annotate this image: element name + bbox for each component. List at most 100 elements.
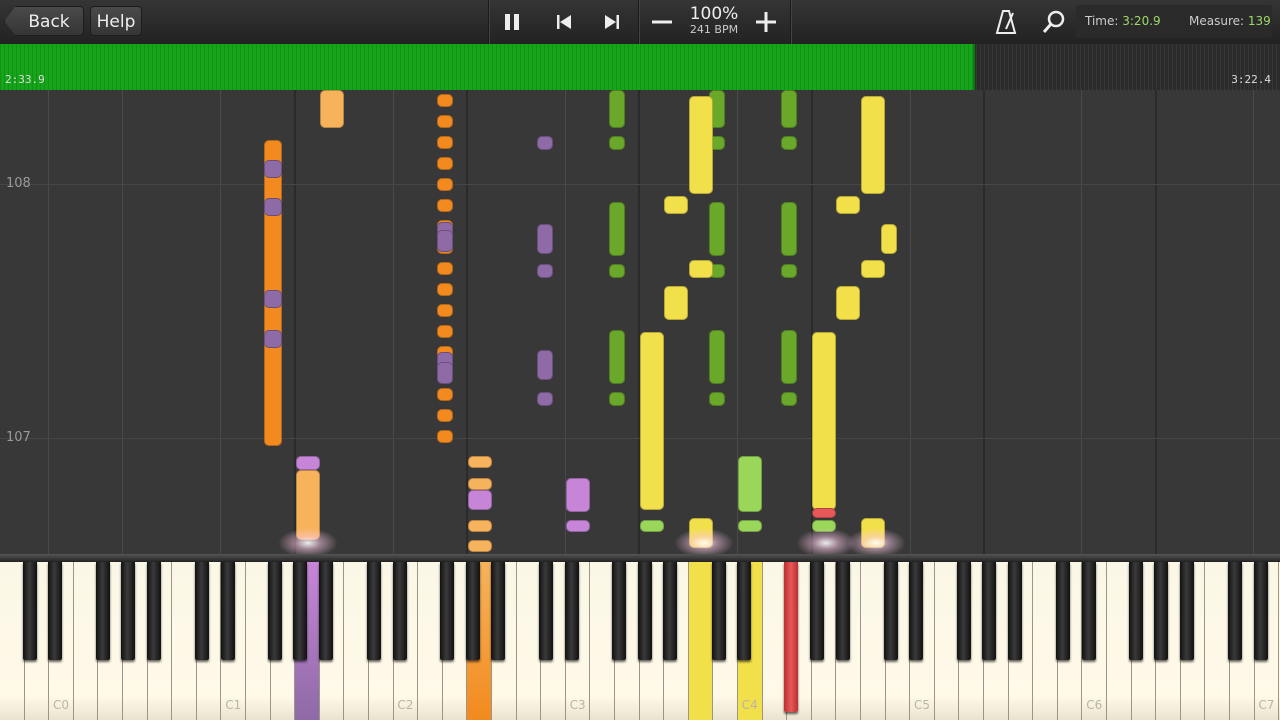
black-key[interactable] <box>1228 562 1243 660</box>
black-key[interactable] <box>146 562 161 660</box>
falling-note <box>437 409 453 422</box>
song-progress-bar[interactable]: 2:33.9 3:22.4 <box>0 44 1280 90</box>
octave-label: C0 <box>53 698 70 712</box>
measure-number: 107 <box>6 430 31 445</box>
skip-back-icon[interactable] <box>542 0 586 44</box>
black-key[interactable] <box>95 562 110 660</box>
white-key[interactable] <box>516 562 542 720</box>
black-key[interactable] <box>1253 562 1268 660</box>
black-key[interactable] <box>883 562 898 660</box>
black-key[interactable] <box>564 562 579 660</box>
black-key[interactable] <box>1179 562 1194 660</box>
back-button[interactable]: Back <box>4 6 84 36</box>
white-key[interactable] <box>172 562 197 720</box>
falling-note <box>640 332 664 510</box>
black-key[interactable] <box>1154 562 1169 660</box>
black-key[interactable] <box>439 562 454 660</box>
black-key[interactable] <box>465 562 480 660</box>
octave-label: C4 <box>741 698 758 712</box>
octave-label: C1 <box>225 698 242 712</box>
white-key[interactable] <box>73 562 99 720</box>
falling-note <box>861 260 885 278</box>
black-key[interactable] <box>318 562 333 660</box>
falling-note <box>861 96 885 194</box>
white-key[interactable] <box>934 562 960 720</box>
black-key[interactable] <box>194 562 209 660</box>
falling-note <box>437 430 453 443</box>
falling-note <box>537 224 553 254</box>
black-key[interactable] <box>48 562 63 660</box>
grid-line <box>393 90 394 554</box>
black-key[interactable] <box>737 562 752 660</box>
black-key[interactable] <box>1128 562 1143 660</box>
black-key[interactable] <box>909 562 924 660</box>
hit-glow <box>278 528 338 554</box>
grid-line <box>48 90 49 554</box>
white-key[interactable] <box>1205 562 1230 720</box>
skip-forward-icon[interactable] <box>590 0 634 44</box>
white-key[interactable] <box>1107 562 1132 720</box>
metronome-icon[interactable] <box>984 0 1028 44</box>
black-key[interactable] <box>1081 562 1096 660</box>
falling-note <box>537 392 553 406</box>
piano-keyboard[interactable] <box>0 554 1280 720</box>
black-key[interactable] <box>22 562 37 660</box>
falling-note <box>781 330 797 384</box>
black-key[interactable] <box>612 562 627 660</box>
falling-note <box>537 350 553 380</box>
falling-note <box>437 283 453 296</box>
black-key[interactable] <box>1007 562 1022 660</box>
plus-icon[interactable] <box>744 0 788 44</box>
falling-note <box>689 96 713 194</box>
falling-note <box>468 490 492 510</box>
black-key[interactable] <box>784 562 799 712</box>
measure-number: 108 <box>6 176 31 191</box>
falling-note <box>609 264 625 278</box>
black-key[interactable] <box>491 562 506 660</box>
help-button[interactable]: Help <box>90 6 142 36</box>
minus-icon[interactable] <box>640 0 684 44</box>
measure-value: 139 <box>1247 14 1271 28</box>
falling-note <box>664 196 688 214</box>
white-key[interactable] <box>0 562 25 720</box>
black-key[interactable] <box>956 562 971 660</box>
search-icon[interactable] <box>1032 0 1076 44</box>
black-key[interactable] <box>663 562 678 660</box>
measure-label: Measure: <box>1189 14 1245 28</box>
black-key[interactable] <box>367 562 382 660</box>
black-key[interactable] <box>392 562 407 660</box>
white-key[interactable] <box>1033 562 1058 720</box>
speed-percent: 100% <box>689 4 739 24</box>
falling-note <box>836 286 860 320</box>
white-key[interactable] <box>344 562 369 720</box>
measure-line <box>0 184 1280 185</box>
speed-bpm: 241 BPM <box>689 23 739 36</box>
white-key[interactable] <box>688 562 714 720</box>
black-key[interactable] <box>637 562 652 660</box>
pause-icon[interactable] <box>490 0 534 44</box>
falling-note <box>468 540 492 552</box>
black-key[interactable] <box>121 562 136 660</box>
grid-line <box>1253 90 1254 554</box>
black-key[interactable] <box>711 562 726 660</box>
black-key[interactable] <box>267 562 282 660</box>
white-key[interactable] <box>861 562 886 720</box>
falling-note <box>437 115 453 128</box>
grid-line <box>122 90 123 554</box>
grid-line <box>1081 90 1082 554</box>
keyboard-rail <box>0 554 1280 562</box>
black-key[interactable] <box>293 562 308 660</box>
white-key[interactable] <box>246 562 271 720</box>
falling-notes-area: 108 107 <box>0 90 1280 554</box>
black-key[interactable] <box>1055 562 1070 660</box>
black-key[interactable] <box>809 562 824 660</box>
hit-glow <box>846 528 906 554</box>
falling-note <box>881 224 897 254</box>
falling-note <box>709 330 725 384</box>
black-key[interactable] <box>982 562 997 660</box>
black-key[interactable] <box>220 562 235 660</box>
black-key[interactable] <box>835 562 850 660</box>
black-key[interactable] <box>539 562 554 660</box>
grid-line <box>983 90 985 554</box>
falling-note <box>609 392 625 406</box>
